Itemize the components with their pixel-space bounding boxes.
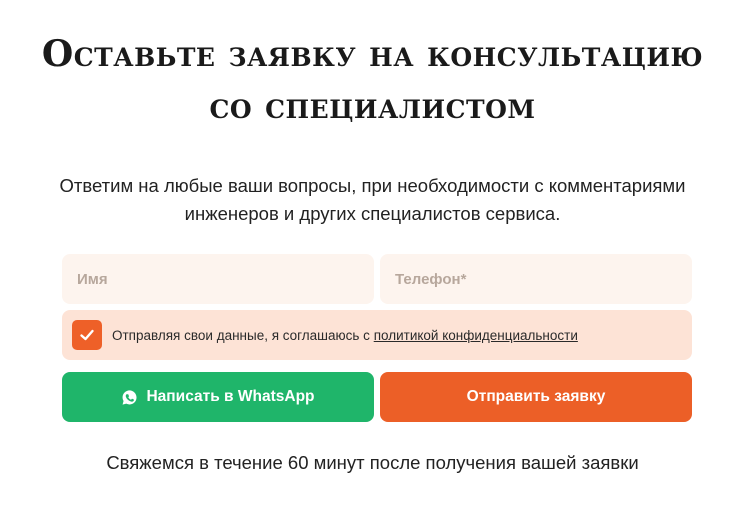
consent-row: Отправляя свои данные, я соглашаюсь с по… [62, 310, 692, 360]
whatsapp-button-label: Написать в WhatsApp [146, 388, 315, 405]
name-input[interactable] [62, 254, 374, 304]
whatsapp-button[interactable]: Написать в WhatsApp [62, 372, 374, 422]
submit-button[interactable]: Отправить заявку [380, 372, 692, 422]
form-subtitle: Ответим на любые ваши вопросы, при необх… [59, 175, 686, 224]
consent-checkbox[interactable] [72, 320, 102, 350]
whatsapp-icon [123, 389, 137, 405]
response-time-note: Свяжемся в течение 60 минут после получе… [106, 452, 639, 473]
privacy-policy-link[interactable]: политикой конфиденциальности [374, 328, 578, 343]
phone-input[interactable] [380, 254, 692, 304]
form-title: Оставьте заявку на консультацию со специ… [41, 33, 704, 127]
check-icon [80, 329, 94, 341]
consent-label: Отправляя свои данные, я соглашаюсь с [112, 327, 370, 343]
consent-text: Отправляя свои данные, я соглашаюсь с по… [112, 328, 578, 343]
submit-button-label: Отправить заявку [466, 388, 606, 405]
